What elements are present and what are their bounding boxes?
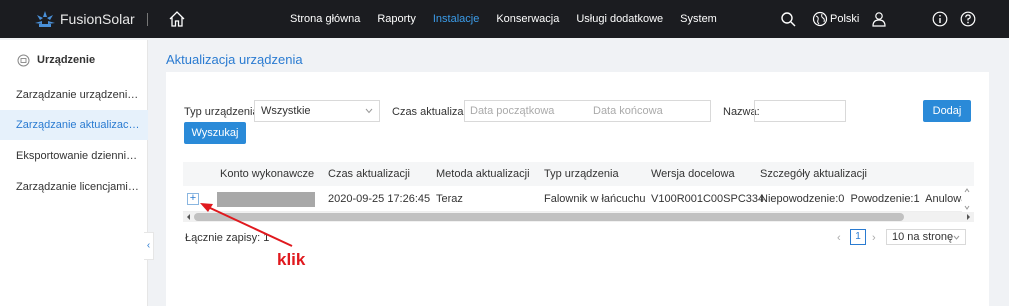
nav-maintenance[interactable]: Konserwacja xyxy=(496,13,559,25)
table-row-cells: 2020-09-25 17:26:45 Teraz Falownik w łań… xyxy=(183,186,962,212)
device-type-value: Wszystkie xyxy=(261,105,311,117)
home-icon[interactable] xyxy=(168,10,186,28)
next-page-icon[interactable]: › xyxy=(872,232,876,244)
nav-system[interactable]: System xyxy=(680,13,717,25)
user-icon[interactable] xyxy=(871,11,887,27)
cell-target-version: V100R001C00SPC334 xyxy=(651,193,765,205)
fusionsolar-logo-icon xyxy=(35,11,55,27)
search-button[interactable]: Wyszukaj xyxy=(184,122,246,144)
device-type-select[interactable]: Wszystkie xyxy=(254,100,380,122)
info-icon[interactable] xyxy=(932,11,948,27)
cell-update-details: Niepowodzenie:0 Powodzenie:1 Anulowano:0 xyxy=(760,193,962,205)
sidebar-item-device-management[interactable]: Zarządzanie urządzeniami xyxy=(0,80,148,110)
top-navigation-bar: FusionSolar Strona główna Raporty Instal… xyxy=(0,0,1009,38)
total-records: Łącznie zapisy: 1 xyxy=(185,232,270,244)
sidebar-collapse-toggle[interactable]: ‹ xyxy=(144,232,154,260)
device-icon xyxy=(17,54,30,67)
search-icon[interactable] xyxy=(780,11,796,27)
annotation-label: klik xyxy=(277,250,306,269)
column-header-target-version: Wersja docelowa xyxy=(651,168,735,180)
page-number[interactable]: 1 xyxy=(850,229,866,245)
sidebar-item-upgrade-management[interactable]: Zarządzanie aktualizacjami xyxy=(0,110,148,140)
nav-reports[interactable]: Raporty xyxy=(377,13,416,25)
help-icon[interactable] xyxy=(960,11,976,27)
chevron-down-icon xyxy=(953,235,960,240)
sidebar-header: Urządzenie xyxy=(0,40,148,80)
name-input[interactable] xyxy=(754,100,846,122)
language-selector[interactable]: Polski xyxy=(830,13,859,25)
nav-plants[interactable]: Instalacje xyxy=(433,13,479,25)
page-title: Aktualizacja urządzenia xyxy=(166,52,303,67)
horizontal-scrollbar-thumb[interactable] xyxy=(194,213,904,221)
end-date-input[interactable] xyxy=(593,104,703,118)
column-header-device-type: Typ urządzenia xyxy=(544,168,619,180)
column-header-executing-account: Konto wykonawcze xyxy=(220,168,315,180)
column-header-update-time: Czas aktualizacji xyxy=(328,168,410,180)
brand-name: FusionSolar xyxy=(60,11,135,27)
sidebar: Urządzenie Zarządzanie urządzeniami Zarz… xyxy=(0,40,148,306)
cell-device-type: Falownik w łańcuchu xyxy=(544,193,646,205)
start-date-input[interactable] xyxy=(470,104,580,118)
page-size-value: 10 na stronę xyxy=(892,231,954,243)
sidebar-title: Urządzenie xyxy=(37,54,96,66)
chevron-down-icon xyxy=(365,108,373,114)
scroll-right-icon[interactable] xyxy=(964,213,972,221)
column-header-update-details: Szczegóły aktualizacji xyxy=(760,168,867,180)
sidebar-item-export-device-logs[interactable]: Eksportowanie dziennika urządzenia xyxy=(0,141,148,171)
cell-update-time: 2020-09-25 17:26:45 xyxy=(328,193,431,205)
date-range-picker xyxy=(464,100,711,122)
nav-home[interactable]: Strona główna xyxy=(290,13,360,25)
nav-value-added-services[interactable]: Usługi dodatkowe xyxy=(576,13,663,25)
prev-page-icon[interactable]: ‹ xyxy=(837,232,841,244)
vertical-scrollbar[interactable] xyxy=(962,186,972,212)
sidebar-item-license-management[interactable]: Zarządzanie licencjami urządzeń xyxy=(0,172,148,202)
column-header-update-method: Metoda aktualizacji xyxy=(436,168,530,180)
main-nav: Strona główna Raporty Instalacje Konserw… xyxy=(290,13,717,25)
scroll-left-icon[interactable] xyxy=(185,213,193,221)
cell-update-method: Teraz xyxy=(436,193,463,205)
globe-icon[interactable] xyxy=(812,11,828,27)
device-type-label: Typ urządzenia: xyxy=(184,106,262,118)
add-button[interactable]: Dodaj xyxy=(923,100,971,122)
page-size-select[interactable]: 10 na stronę xyxy=(886,229,966,245)
divider xyxy=(147,13,148,26)
